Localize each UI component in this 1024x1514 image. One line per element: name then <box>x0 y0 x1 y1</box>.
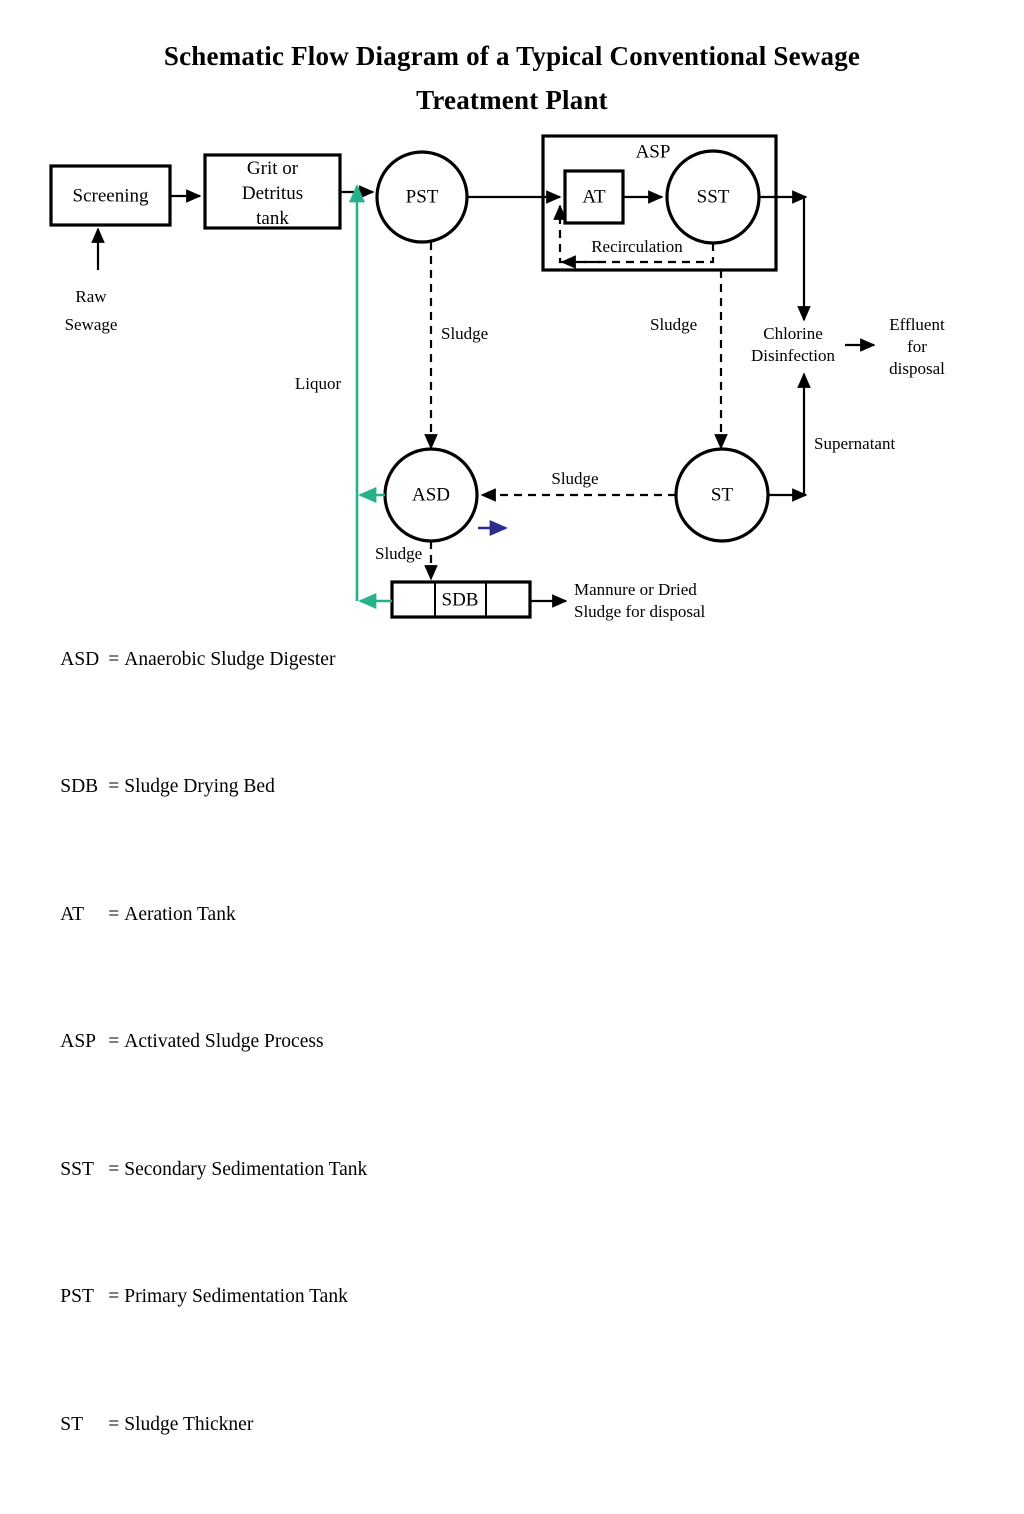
legend-eq-asp: = <box>108 1031 120 1052</box>
legend-text-asd: Anaerobic Sludge Digester <box>124 648 336 670</box>
legend-row-pst: PST = Primary Sedimentation Tank <box>31 1259 367 1336</box>
legend-eq-pst: = <box>108 1286 120 1307</box>
manure-label-line2: Sludge for disposal <box>574 602 706 621</box>
legend-row-asd: ASD = Anaerobic Sludge Digester <box>31 621 367 698</box>
legend-text-asp: Activated Sludge Process <box>124 1031 324 1052</box>
legend-abbr-pst: PST <box>60 1286 94 1307</box>
legend-row-at: AT = Aeration Tank <box>31 876 367 953</box>
grit-label-line1: Grit or <box>247 158 299 179</box>
legend-abbr-sst: SST <box>60 1158 94 1180</box>
liquor-label: Liquor <box>295 374 342 393</box>
sludge-st-asd-label: Sludge <box>551 469 598 488</box>
legend-abbr-asp: ASP <box>60 1031 97 1052</box>
chlorine-label-line2: Disinfection <box>751 346 836 365</box>
legend-row-sst: SST = Secondary Sedimentation Tank <box>31 1131 367 1208</box>
grit-label-line2: Detritus <box>242 183 303 204</box>
legend-abbr-at: AT <box>60 903 85 925</box>
pst-label: PST <box>406 186 439 207</box>
legend-row-st: ST = Sludge Thickner <box>31 1386 367 1463</box>
asp-label: ASP <box>636 141 671 162</box>
sst-label: SST <box>697 186 730 207</box>
sdb-label: SDB <box>442 589 479 610</box>
legend-text-st: Sludge Thickner <box>124 1413 254 1435</box>
legend: ASD = Anaerobic Sludge Digester SDB = Sludge… <box>31 570 367 1514</box>
legend-eq-asd: = <box>108 648 120 670</box>
sludge-pst-label: Sludge <box>441 324 488 343</box>
grit-label-line3: tank <box>256 208 289 229</box>
at-label: AT <box>582 186 606 207</box>
legend-abbr-sdb: SDB <box>60 776 99 797</box>
diagram-page: Schematic Flow Diagram of a Typical Conv… <box>0 0 1024 1435</box>
legend-abbr-st: ST <box>60 1413 84 1435</box>
raw-sewage-label-line2: Sewage <box>65 315 118 334</box>
manure-label-line1: Mannure or Dried <box>574 580 697 599</box>
legend-row-sdb: SDB = Sludge Drying Bed <box>31 749 367 826</box>
legend-text-pst: Primary Sedimentation Tank <box>124 1286 348 1307</box>
legend-eq-sst: = <box>108 1158 120 1180</box>
st-label: ST <box>711 484 734 505</box>
legend-row-asp: ASP = Activated Sludge Process <box>31 1004 367 1081</box>
chlorine-label-line1: Chlorine <box>763 324 823 343</box>
legend-text-sdb: Sludge Drying Bed <box>124 776 275 797</box>
asd-label: ASD <box>412 484 450 505</box>
legend-text-sst: Secondary Sedimentation Tank <box>124 1158 368 1180</box>
legend-eq-st: = <box>108 1413 120 1435</box>
sludge-asd-sdb-label: Sludge <box>375 544 422 563</box>
legend-eq-sdb: = <box>108 776 120 797</box>
sludge-sst-label: Sludge <box>650 315 697 334</box>
effluent-label-line2: for <box>907 337 927 356</box>
effluent-label-line3: disposal <box>889 359 945 378</box>
legend-abbr-asd: ASD <box>60 648 100 670</box>
effluent-label-line1: Effluent <box>889 315 945 334</box>
supernatant-label: Supernatant <box>814 434 895 453</box>
screening-label: Screening <box>73 185 149 206</box>
raw-sewage-label-line1: Raw <box>75 287 107 306</box>
recirculation-label: Recirculation <box>591 237 683 256</box>
legend-text-at: Aeration Tank <box>124 903 236 925</box>
legend-eq-at: = <box>108 903 120 925</box>
